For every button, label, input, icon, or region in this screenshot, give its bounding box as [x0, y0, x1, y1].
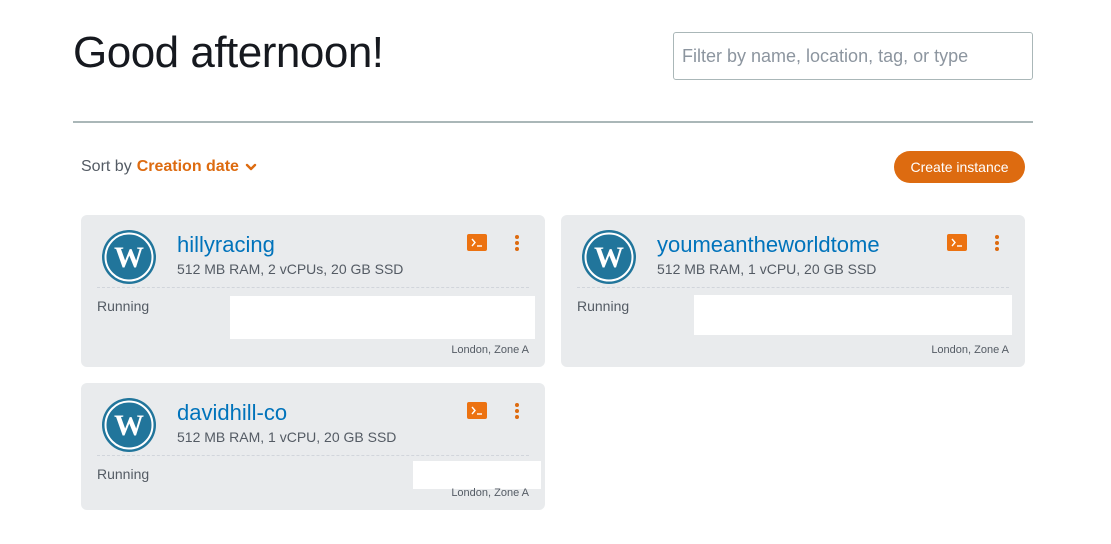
chevron-down-icon: [245, 163, 257, 171]
instance-location: London, Zone A: [931, 344, 1009, 356]
svg-text:W: W: [594, 241, 624, 274]
svg-text:W: W: [114, 241, 144, 274]
filter-input[interactable]: [673, 32, 1033, 80]
header-divider: [73, 121, 1033, 123]
card-divider: [97, 287, 529, 288]
redacted-area: [694, 295, 1012, 335]
wordpress-logo-icon: W: [102, 230, 156, 284]
instance-name-link[interactable]: youmeantheworldtome: [657, 232, 880, 258]
terminal-icon[interactable]: [467, 234, 487, 251]
sort-value: Creation date: [136, 158, 239, 175]
instance-name-link[interactable]: hillyracing: [177, 232, 275, 258]
page-title: Good afternoon!: [73, 28, 384, 77]
instance-location: London, Zone A: [451, 344, 529, 356]
instance-card-hillyracing: W hillyracing 512 MB RAM, 2 vCPUs, 20 GB…: [81, 215, 545, 367]
status-label: Running: [97, 298, 150, 314]
card-divider: [577, 287, 1009, 288]
instance-specs: 512 MB RAM, 2 vCPUs, 20 GB SSD: [177, 261, 404, 277]
instance-specs: 512 MB RAM, 1 vCPU, 20 GB SSD: [177, 429, 397, 445]
instance-card-youmeantheworldtome: W youmeantheworldtome 512 MB RAM, 1 vCPU…: [561, 215, 1025, 367]
status-label: Running: [97, 466, 150, 482]
redacted-area: [413, 461, 541, 489]
instance-specs: 512 MB RAM, 1 vCPU, 20 GB SSD: [657, 261, 877, 277]
wordpress-logo-icon: W: [102, 398, 156, 452]
redacted-area: [230, 296, 535, 339]
status-label: Running: [577, 298, 630, 314]
instance-location: London, Zone A: [451, 487, 529, 499]
sort-control: Sort by Creation date: [81, 158, 257, 176]
card-divider: [97, 455, 529, 456]
more-options-icon[interactable]: [511, 402, 523, 420]
terminal-icon[interactable]: [947, 234, 967, 251]
instance-name-link[interactable]: davidhill-co: [177, 400, 287, 426]
wordpress-logo-icon: W: [582, 230, 636, 284]
sort-dropdown[interactable]: Creation date: [137, 158, 257, 176]
sort-label: Sort by: [81, 158, 132, 175]
instance-card-davidhill-co: W davidhill-co 512 MB RAM, 1 vCPU, 20 GB…: [81, 383, 545, 510]
more-options-icon[interactable]: [991, 234, 1003, 252]
instances-page: Good afternoon! Sort by Creation date Cr…: [0, 0, 1111, 544]
svg-text:W: W: [114, 409, 144, 442]
terminal-icon[interactable]: [467, 402, 487, 419]
create-instance-button[interactable]: Create instance: [894, 151, 1025, 183]
more-options-icon[interactable]: [511, 234, 523, 252]
